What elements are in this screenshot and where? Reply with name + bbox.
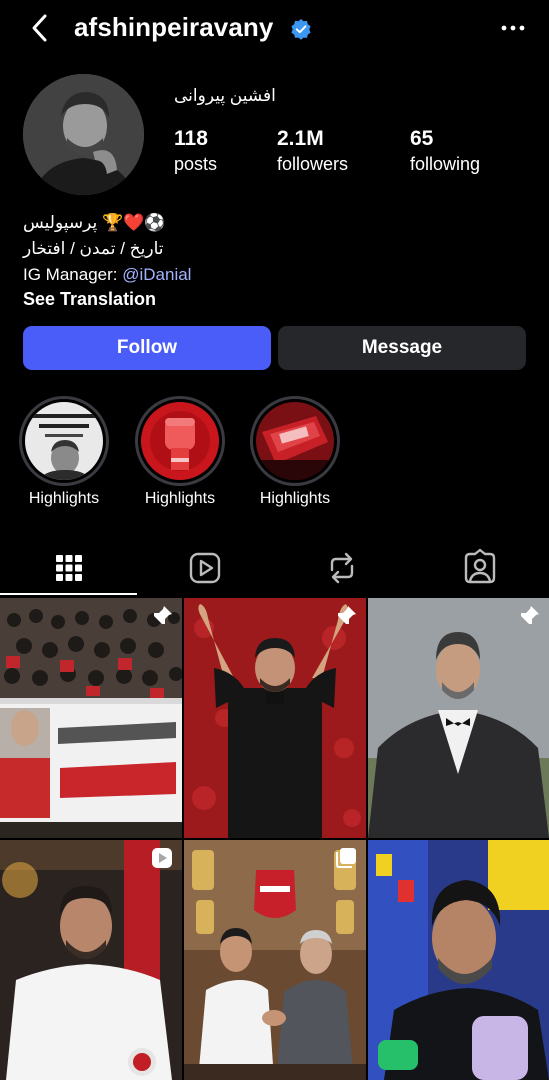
profile-username: afshinpeiravany	[74, 12, 274, 42]
highlight-cover	[25, 402, 103, 480]
highlight-label: Highlights	[28, 490, 100, 507]
tagged-person-icon[interactable]	[460, 548, 500, 588]
post-image	[368, 840, 549, 1080]
stat-following[interactable]: 65 following	[410, 126, 480, 176]
grid-icon[interactable]	[49, 548, 89, 588]
highlight-item[interactable]: Highlights	[245, 396, 345, 508]
highlight-item[interactable]: Highlights	[14, 396, 114, 508]
posts-grid	[0, 598, 549, 1080]
highlight-item[interactable]: Highlights	[130, 396, 230, 508]
post-thumbnail[interactable]	[184, 598, 366, 838]
post-image	[0, 840, 182, 1080]
message-button[interactable]: Message	[278, 326, 526, 370]
bio-line-1-text: پرسپولیس 🏆❤️⚽️	[23, 213, 166, 232]
stat-following-value: 65	[410, 127, 434, 150]
highlight-label: Highlights	[144, 490, 216, 507]
stat-followers-label: followers	[277, 154, 349, 174]
reel-icon	[152, 848, 172, 868]
profile-page: afshinpeiravany افشین پیروانی 118 posts …	[0, 0, 549, 1080]
pin-icon	[337, 606, 356, 625]
active-tab-indicator	[0, 593, 137, 595]
post-image	[0, 598, 182, 838]
follow-button[interactable]: Follow	[23, 326, 271, 370]
top-bar: afshinpeiravany	[0, 0, 549, 58]
pin-icon	[520, 606, 539, 625]
bio-line-3: IG Manager: @iDanial	[23, 263, 191, 287]
stat-followers-value: 2.1M	[277, 127, 324, 150]
bio-manager-handle-link[interactable]: @iDanial	[122, 265, 191, 284]
stat-followers[interactable]: 2.1M followers	[277, 126, 348, 176]
avatar[interactable]	[23, 74, 144, 195]
post-thumbnail[interactable]	[368, 598, 549, 838]
post-thumbnail[interactable]	[0, 598, 182, 838]
more-dots-icon[interactable]	[499, 16, 527, 40]
post-thumbnail[interactable]	[184, 840, 366, 1080]
post-thumbnail[interactable]	[0, 840, 182, 1080]
stat-posts-value: 118	[174, 127, 208, 150]
highlight-ring	[250, 396, 340, 486]
stat-posts[interactable]: 118 posts	[174, 126, 217, 176]
post-image	[184, 840, 366, 1080]
post-image	[368, 598, 549, 838]
highlight-cover	[141, 402, 219, 480]
reels-icon[interactable]	[185, 548, 225, 588]
stat-posts-label: posts	[174, 154, 218, 174]
highlight-label: Highlights	[259, 490, 331, 507]
profile-tabs	[0, 540, 549, 596]
bio-line-1: پرسپولیس 🏆❤️⚽️	[23, 211, 166, 235]
pin-icon	[153, 606, 172, 625]
post-thumbnail[interactable]	[368, 840, 549, 1080]
verified-badge-icon	[291, 19, 311, 40]
repost-icon[interactable]	[322, 548, 362, 588]
bio-manager-prefix: IG Manager:	[23, 265, 123, 284]
bio-line-2: تاریخ / تمدن / افتخار	[23, 239, 164, 258]
chevron-left-icon[interactable]	[24, 10, 60, 46]
see-translation-link[interactable]: See Translation	[23, 289, 156, 310]
highlight-cover	[256, 402, 334, 480]
carousel-icon	[336, 848, 356, 868]
stat-following-label: following	[410, 154, 481, 174]
post-image	[184, 598, 366, 838]
highlight-ring	[19, 396, 109, 486]
avatar-photo	[23, 74, 144, 195]
highlight-ring	[135, 396, 225, 486]
profile-display-name: افشین پیروانی	[174, 86, 276, 105]
